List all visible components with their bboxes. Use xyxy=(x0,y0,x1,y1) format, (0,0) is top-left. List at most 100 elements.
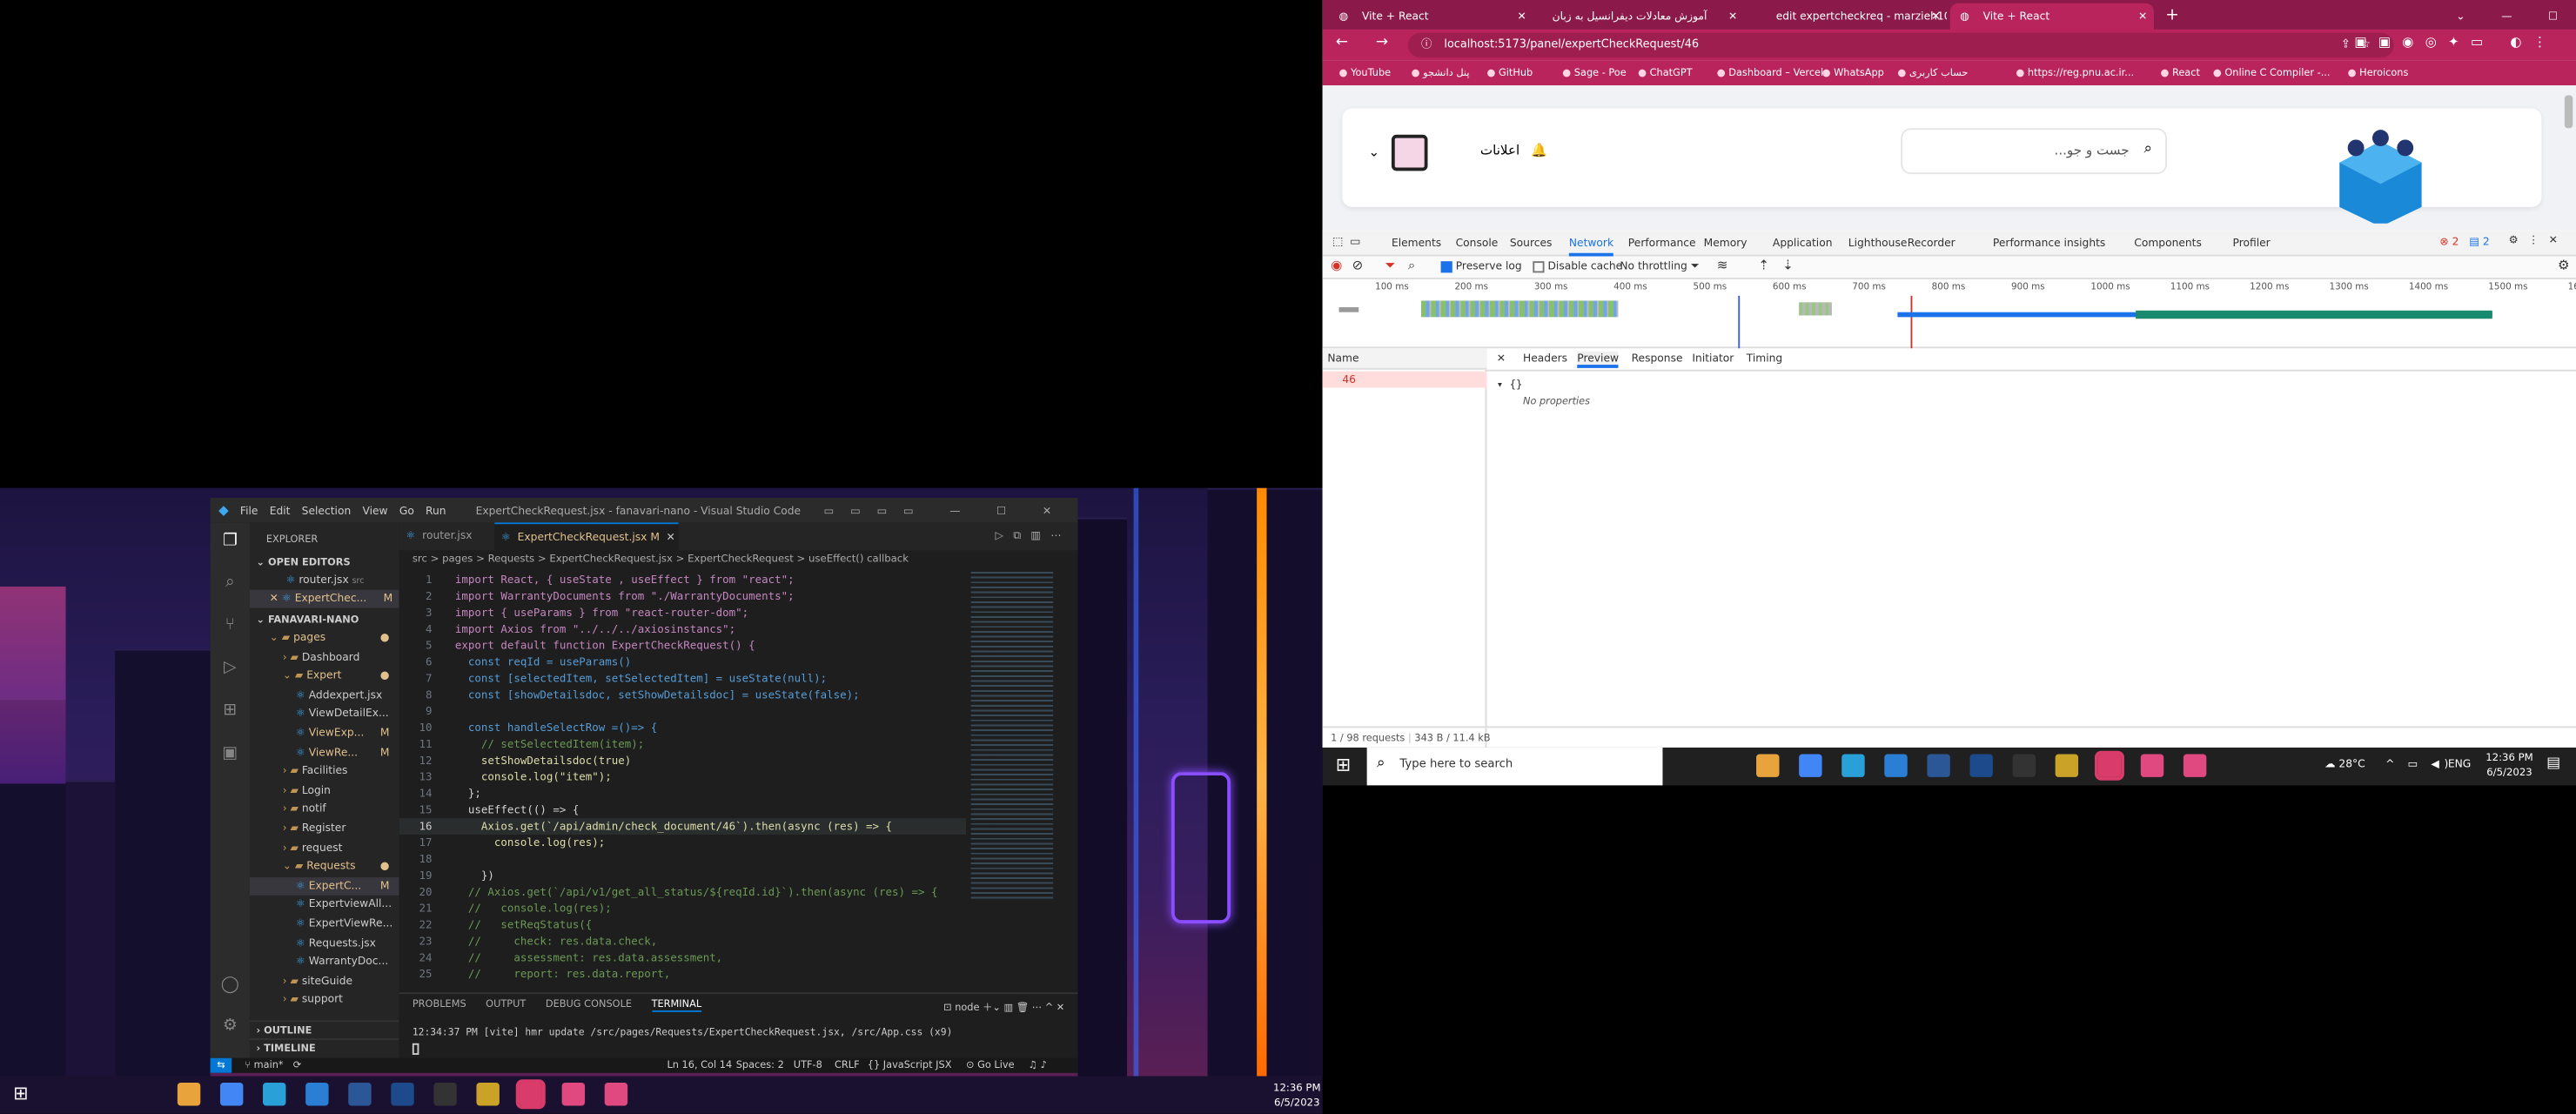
taskbar-search-input[interactable]: Type here to search xyxy=(1399,757,1513,770)
language-mode[interactable]: {} JavaScript JSX xyxy=(868,1058,952,1073)
tree-item[interactable]: ⚛ ExpertViewRe... xyxy=(250,916,399,934)
explorer-icon[interactable]: ❐ xyxy=(220,533,240,553)
project-header[interactable]: ⌄ FANAVARI-NANO xyxy=(250,611,399,629)
code-line[interactable]: 19 }) xyxy=(399,868,991,884)
clock[interactable]: 12:36 PM 6/5/2023 xyxy=(1273,1081,1321,1111)
timeline-header[interactable]: › TIMELINE xyxy=(249,1038,399,1057)
chrome-tab-1[interactable]: ◍ Vite + React ✕ xyxy=(1329,3,1533,30)
app2-icon[interactable] xyxy=(604,1083,628,1106)
weather[interactable]: ☁ 28°C xyxy=(2324,757,2365,770)
devtools-tab[interactable]: Performance insights xyxy=(1993,230,2105,256)
go-live[interactable]: ⊙ Go Live xyxy=(966,1058,1015,1073)
menu-go[interactable]: Go xyxy=(399,504,414,517)
cortana-icon[interactable] xyxy=(1671,755,1694,777)
site-info-icon[interactable]: ⓘ xyxy=(1421,33,1432,57)
chrome-icon[interactable] xyxy=(1799,754,1822,777)
code-line[interactable]: 18 xyxy=(399,851,991,868)
code-line[interactable]: 3 import { useParams } from "react-router… xyxy=(399,605,991,621)
language-indicator[interactable]: ENG xyxy=(2448,757,2471,770)
page-scrollbar[interactable] xyxy=(2564,95,2573,129)
tree-item[interactable]: ⚛ Addexpert.jsx xyxy=(250,687,399,705)
bookmark-item[interactable]: ● GitHub xyxy=(1486,61,1533,85)
menu-run[interactable]: Run xyxy=(426,504,446,517)
terminal-output[interactable]: 12:34:37 PM [vite] hmr update /src/pages… xyxy=(413,1027,953,1038)
source-control-icon[interactable]: ⑂ xyxy=(220,616,240,636)
indentation[interactable]: Spaces: 2 xyxy=(736,1058,784,1073)
tree-item[interactable]: › ▰ support xyxy=(250,991,399,1010)
code-line[interactable]: 12 setShowDetailsdoc(true) xyxy=(399,753,991,769)
close-tab-icon[interactable]: ✕ xyxy=(1728,3,1737,30)
file-explorer-icon[interactable] xyxy=(177,1083,201,1106)
bookmark-item[interactable]: ● حساب کاربری xyxy=(1897,61,1968,85)
remote-icon[interactable] xyxy=(1969,754,1993,777)
code-line[interactable]: 21 // console.log(res); xyxy=(399,901,991,917)
devtools-tab[interactable]: Performance xyxy=(1628,230,1696,256)
encoding[interactable]: UTF-8 xyxy=(794,1058,822,1073)
notification-center-icon[interactable]: ▤ xyxy=(2546,755,2560,772)
code-line[interactable]: 6 const reqId = useParams() xyxy=(399,654,991,670)
branch-indicator[interactable]: ⑂ main* xyxy=(245,1060,283,1071)
bookmark-item[interactable]: ● Sage - Poe xyxy=(1562,61,1626,85)
word-icon[interactable] xyxy=(1927,754,1950,777)
notifications-bell-icon[interactable]: ♫ ♪ xyxy=(1029,1058,1047,1073)
avatar[interactable] xyxy=(1391,134,1428,171)
detail-tab[interactable]: Timing xyxy=(1747,352,1782,365)
detail-tab[interactable]: Response xyxy=(1632,352,1683,365)
search-input[interactable]: جست و جو... xyxy=(2055,143,2130,158)
devtools-tab[interactable]: Lighthouse xyxy=(1848,230,1908,256)
code-line[interactable]: 10 const handleSelectRow =()=> { xyxy=(399,720,991,736)
disable-cache-checkbox[interactable]: Disable cache xyxy=(1533,259,1622,272)
line-ending[interactable]: CRLF xyxy=(835,1058,860,1073)
window-controls[interactable]: ▭▭▭▭ — ☐ ✕ xyxy=(824,504,1068,517)
tree-item[interactable]: › ▰ notif xyxy=(250,801,399,819)
panel-tab-output[interactable]: OUTPUT xyxy=(486,999,526,1010)
terminal-icon[interactable] xyxy=(433,1083,457,1106)
devtools-tab[interactable]: Console xyxy=(1456,230,1499,256)
tree-item[interactable]: ⚛ ViewExp... M xyxy=(250,725,399,743)
code-line[interactable]: 23 // check: res.data.check, xyxy=(399,933,991,950)
clock[interactable]: 12:36 PM 6/5/2023 xyxy=(2485,751,2533,781)
extensions-icon[interactable]: ⊞ xyxy=(220,701,240,721)
taskbar-search[interactable]: ⌕ Type here to search xyxy=(1366,747,1663,786)
bookmark-item[interactable]: ● ChatGPT xyxy=(1638,61,1693,85)
close-tab-icon[interactable]: ✕ xyxy=(1931,3,1940,30)
tree-item[interactable]: ⚛ ExpertviewAll... xyxy=(250,896,399,915)
vscode-icon[interactable] xyxy=(1884,754,1908,777)
code-line[interactable]: 5 export default function ExpertCheckRequ… xyxy=(399,637,991,654)
open-editor-router[interactable]: ⚛ router.jsx src xyxy=(250,572,399,590)
tree-item[interactable]: › ▰ request xyxy=(250,839,399,857)
terminal-icon[interactable] xyxy=(2012,754,2036,777)
bookmark-item[interactable]: ● Online C Compiler -... xyxy=(2213,61,2331,85)
detail-tab[interactable]: Initiator xyxy=(1692,352,1734,365)
code-line[interactable]: 20 // Axios.get(`/api/v1/get_all_status/… xyxy=(399,884,991,901)
devtools-settings-icon[interactable]: ⚙⋮✕ xyxy=(2509,233,2568,246)
devtools-tab[interactable]: Profiler xyxy=(2233,230,2271,256)
network-settings-icon[interactable]: ⚙ xyxy=(2558,258,2570,272)
network-import-export-icons[interactable]: ≋ ⇡⇣ xyxy=(1717,258,1807,272)
cortana-icon[interactable] xyxy=(92,1083,115,1105)
code-line[interactable]: 11 // setSelectedItem(item); xyxy=(399,736,991,753)
tree-item[interactable]: ⚛ ExpertC... M xyxy=(249,876,399,896)
window-controls[interactable]: ⌄ — ☐ ✕ xyxy=(2456,3,2571,30)
code-line[interactable]: 16 Axios.get(`/api/admin/check_document/… xyxy=(399,818,967,836)
close-detail-icon[interactable]: ✕ xyxy=(1497,352,1506,365)
tree-item[interactable]: ⌄ ▰ Expert ● xyxy=(250,668,399,686)
record-icon[interactable]: ◉ xyxy=(1331,258,1342,272)
bookmark-item[interactable]: ● https://reg.pnu.ac.ir... xyxy=(2016,61,2134,85)
code-line[interactable]: 17 console.log(res); xyxy=(399,835,991,851)
code-line[interactable]: 4 import Axios from "../../../axiosinstan… xyxy=(399,621,991,638)
inspect-device-icons[interactable]: ⬚▭ xyxy=(1332,235,1367,248)
devtools-tab[interactable]: Sources xyxy=(1510,230,1553,256)
open-editors-header[interactable]: ⌄ OPEN EDITORS xyxy=(250,554,399,572)
cursor-position[interactable]: Ln 16, Col 14 xyxy=(667,1058,732,1073)
app-icon[interactable] xyxy=(2140,754,2164,777)
tree-item[interactable]: › ▰ Login xyxy=(250,782,399,800)
start-button[interactable]: ⊞ xyxy=(1336,755,1351,776)
bookmark-item[interactable]: ● Heroicons xyxy=(2348,61,2409,85)
panel-tab-terminal[interactable]: TERMINAL xyxy=(651,998,702,1012)
devtools-tab[interactable]: Recorder xyxy=(1908,230,1955,256)
code-line[interactable]: 9 xyxy=(399,703,991,720)
tree-item[interactable]: › ▰ Dashboard xyxy=(250,648,399,667)
terminal-selector[interactable]: ⊡ node ＋⌄ ▥ 🗑 ⋯ ^ ✕ xyxy=(943,999,1064,1014)
devtools-tab[interactable]: Network xyxy=(1568,230,1614,257)
